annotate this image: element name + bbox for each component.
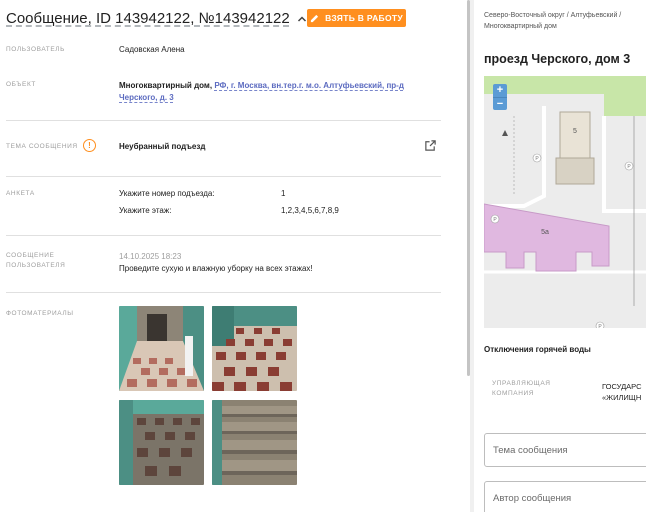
- user-message-date: 14.10.2025 18:23: [119, 252, 182, 261]
- message-header: Сообщение, ID 143942122, №143942122: [6, 10, 308, 27]
- survey-question-1: Укажите номер подъезда:: [119, 189, 215, 198]
- map-canvas: P P P P 5 5а: [484, 76, 646, 328]
- divider: [6, 120, 441, 121]
- topic-value: Неубранный подъезд: [119, 142, 206, 151]
- message-detail-panel: Сообщение, ID 143942122, №143942122 ВЗЯТ…: [0, 0, 462, 512]
- object-value: Многоквартирный дом, РФ, г. Москва, вн.т…: [119, 80, 424, 104]
- survey-question-2: Укажите этаж:: [119, 206, 172, 215]
- author-input[interactable]: [485, 482, 646, 512]
- object-label: ОБЪЕКТ: [6, 81, 36, 88]
- photo-thumbnail[interactable]: [212, 400, 297, 485]
- user-message-label-line2: ПОЛЬЗОВАТЕЛЯ: [6, 262, 66, 269]
- map-view[interactable]: P P P P 5 5а + −: [484, 76, 646, 328]
- survey-label: АНКЕТА: [6, 190, 35, 197]
- warning-circle-icon: !: [83, 139, 96, 152]
- photo-thumbnail[interactable]: [119, 400, 204, 485]
- survey-answer-2: 1,2,3,4,5,6,7,8,9: [281, 206, 339, 215]
- divider: [6, 235, 441, 236]
- object-side-panel: Северо-Восточный округ / Алтуфьевский / …: [474, 0, 646, 512]
- user-value: Садовская Алена: [119, 45, 185, 54]
- management-company-value-line2: «ЖИЛИЩН: [602, 393, 642, 402]
- photos-label: ФОТОМАТЕРИАЛЫ: [6, 310, 74, 317]
- user-label: ПОЛЬЗОВАТЕЛЬ: [6, 46, 66, 53]
- map-zoom-controls: + −: [493, 84, 507, 110]
- photo-thumbnail[interactable]: [212, 306, 297, 391]
- object-address-title: проезд Черского, дом 3: [484, 52, 631, 66]
- management-company-value-line1: ГОСУДАРС: [602, 382, 642, 391]
- hot-water-outages-title: Отключения горячей воды: [484, 345, 591, 354]
- breadcrumb[interactable]: Северо-Восточный округ / Алтуфьевский / …: [484, 10, 646, 32]
- divider: [6, 292, 441, 293]
- author-input-wrapper: [484, 481, 646, 512]
- management-company-value: ГОСУДАРС «ЖИЛИЩН: [602, 381, 642, 403]
- topic-label: ТЕМА СООБЩЕНИЯ: [6, 143, 78, 150]
- divider: [6, 176, 441, 177]
- zoom-in-button[interactable]: +: [493, 84, 507, 97]
- user-message-text: Проведите сухую и влажную уборку на всех…: [119, 264, 313, 273]
- management-company-label-line1: УПРАВЛЯЮЩАЯ: [492, 380, 551, 387]
- pencil-icon: [310, 14, 319, 22]
- chevron-up-icon[interactable]: [296, 13, 308, 25]
- topic-input-wrapper: [484, 433, 646, 467]
- external-link-icon[interactable]: [424, 139, 437, 152]
- management-company-label: УПРАВЛЯЮЩАЯ КОМПАНИЯ: [492, 379, 551, 399]
- user-message-label: СООБЩЕНИЕ ПОЛЬЗОВАТЕЛЯ: [6, 251, 65, 271]
- object-type: Многоквартирный дом,: [119, 81, 213, 90]
- zoom-out-button[interactable]: −: [493, 97, 507, 110]
- building-label: 5а: [541, 229, 549, 236]
- user-message-label-line1: СООБЩЕНИЕ: [6, 252, 55, 259]
- take-to-work-label: ВЗЯТЬ В РАБОТУ: [325, 13, 403, 23]
- management-company-label-line2: КОМПАНИЯ: [492, 390, 535, 397]
- take-to-work-button[interactable]: ВЗЯТЬ В РАБОТУ: [307, 9, 406, 27]
- photo-thumbnail[interactable]: [119, 306, 204, 391]
- building-label: 5: [573, 128, 577, 135]
- survey-answer-1: 1: [281, 189, 286, 198]
- topic-input[interactable]: [485, 434, 646, 466]
- message-title[interactable]: Сообщение, ID 143942122, №143942122: [6, 10, 290, 27]
